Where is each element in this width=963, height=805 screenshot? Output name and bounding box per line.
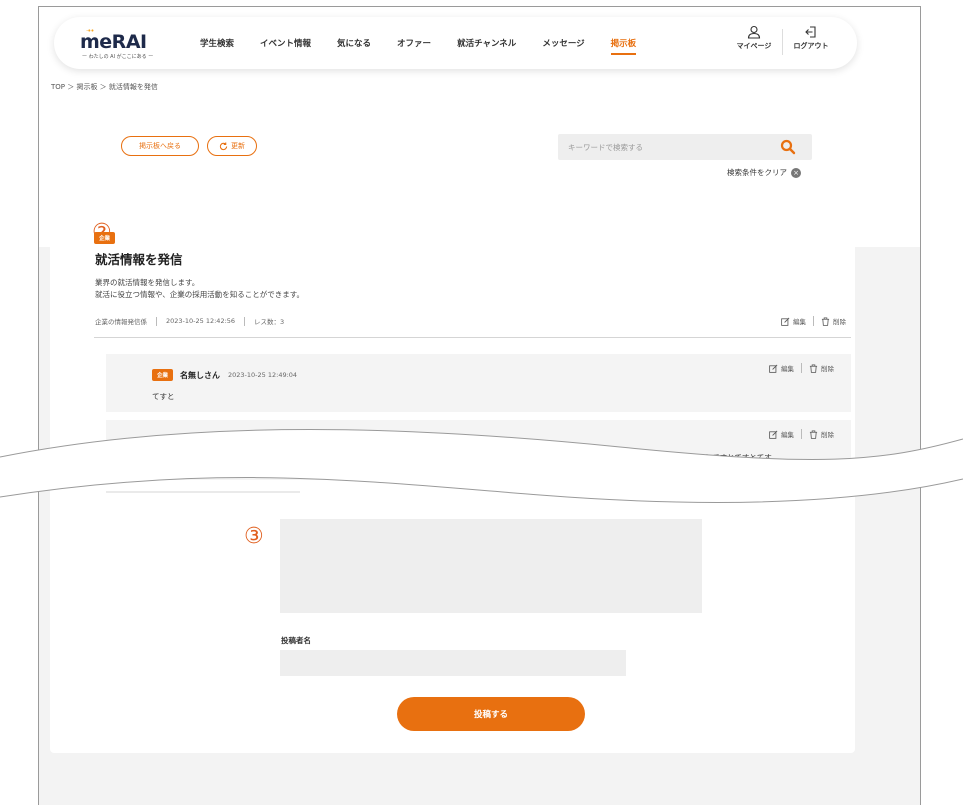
global-header: ·•• meRAI ー わたしの AI がここにある ー 学生検索 イベント情報… [54,17,857,69]
thread-actions: 編集 削除 [781,316,846,326]
refresh-icon [219,141,228,150]
logo[interactable]: ·•• meRAI ー わたしの AI がここにある ー [80,27,154,60]
thread-reply-count: レス数：3 [254,318,285,326]
nav-offer[interactable]: オファー [397,37,431,49]
reply-author: 名無しさん [180,370,221,380]
search-icon[interactable] [780,139,796,155]
nav-job-channel[interactable]: 就活チャンネル [457,37,516,49]
user-icon [747,25,761,39]
thread-body: 業界の就活情報を発信します。 就活に役立つ情報や、企業の採用活動を知ることができ… [95,277,304,301]
thread-meta: 企業の情報発信係 2023-10-25 12:42:56 レス数：3 [95,316,284,326]
clear-search-label: 検索条件をクリア [727,168,787,177]
trash-icon [821,316,830,326]
breadcrumb: TOP ＞ 掲示板 ＞ 就活情報を発信 [51,83,158,91]
company-badge: 企業 [152,369,174,381]
mypage-label: マイページ [736,42,772,50]
logout-icon [805,26,816,38]
poster-name-input[interactable] [280,650,626,676]
nav-student-search[interactable]: 学生検索 [200,37,234,49]
close-icon: × [791,167,801,178]
delete-label: 削除 [833,318,846,326]
poster-name-label: 投稿者名 [281,636,311,645]
keyword-search-input[interactable] [558,134,812,160]
refresh-label: 更新 [231,142,245,150]
submit-post-button[interactable]: 投稿する [397,697,585,731]
header-actions: マイページ ログアウト [732,25,833,55]
meta-divider [156,316,157,326]
edit-label: 編集 [781,365,794,373]
logo-text: meRAI [80,31,147,53]
reply-text: てすと [152,392,175,401]
clear-search-conditions[interactable]: 検索条件をクリア × [727,167,801,178]
nav-bulletin-board[interactable]: 掲示板 [610,37,636,55]
thread-divider [94,337,851,338]
reply-edit-button[interactable]: 編集 [769,363,794,373]
edit-icon [769,364,778,373]
reply-textarea[interactable] [280,519,702,613]
thread-body-line: 就活に役立つ情報や、企業の採用活動を知ることができます。 [95,290,305,299]
logout-label: ログアウト [793,42,829,50]
nav-favorites[interactable]: 気になる [337,37,371,49]
thread-delete-button[interactable]: 削除 [821,316,846,326]
annotation-3: ③ [244,524,264,549]
thread-edit-button[interactable]: 編集 [781,316,806,326]
reply-header: 企業 名無しさん 2023-10-25 12:49:04 [152,369,297,381]
meta-divider [244,316,246,326]
company-badge: 企業 [94,232,116,244]
reply-actions: 編集 削除 [769,363,834,373]
delete-label: 削除 [821,365,834,373]
edit-label: 編集 [793,318,806,326]
reply-datetime: 2023-10-25 12:49:04 [228,371,298,379]
nav-message[interactable]: メッセージ [542,37,584,49]
thread-author: 企業の情報発信係 [95,318,147,326]
logout-button[interactable]: ログアウト [789,25,833,51]
reply-item: 企業 名無しさん 2023-10-25 12:49:04 てすと 編集 削除 [106,354,851,412]
back-to-board-button[interactable]: 掲示板へ戻る [121,136,199,156]
nav-event-info[interactable]: イベント情報 [260,37,311,49]
thread-title: 就活情報を発信 [95,252,183,267]
thread-datetime: 2023-10-25 12:42:56 [166,317,236,325]
action-divider [801,363,802,373]
header-divider [782,29,783,55]
action-divider [813,316,814,326]
edit-icon [781,317,790,326]
main-nav: 学生検索 イベント情報 気になる オファー 就活チャンネル メッセージ 掲示板 [200,17,662,69]
logo-tagline: ー わたしの AI がここにある ー [82,54,154,60]
omission-wave [0,429,963,503]
trash-icon [809,363,818,373]
refresh-button[interactable]: 更新 [207,136,257,156]
thread-body-line: 業界の就活情報を発信します。 [95,278,200,287]
reply-delete-button[interactable]: 削除 [809,363,834,373]
back-to-board-label: 掲示板へ戻る [139,142,181,150]
mypage-button[interactable]: マイページ [732,25,776,51]
